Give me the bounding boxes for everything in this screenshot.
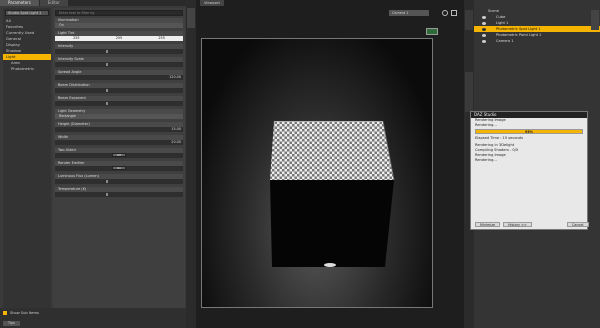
prop-intensity: Intensity xyxy=(55,44,183,54)
minimize-button[interactable]: Minimize xyxy=(475,222,501,227)
slider-knob[interactable] xyxy=(106,180,109,183)
render-status: Rendering... xyxy=(475,123,497,127)
filter-input[interactable]: Enter text to filter by xyxy=(55,10,183,16)
eye-icon[interactable] xyxy=(482,27,486,31)
toggle-button[interactable]: On xyxy=(112,166,126,170)
slider-knob[interactable] xyxy=(106,63,109,66)
viewport-tab[interactable]: Viewport xyxy=(200,0,224,6)
prop-light-tint: Light Tint 255 255 255 xyxy=(55,31,183,41)
prop-intensity-scale: Intensity Scale xyxy=(55,57,183,67)
scene-item-label: Camera 1 xyxy=(496,39,514,43)
slider-knob[interactable] xyxy=(106,193,109,196)
cube-top-face xyxy=(270,121,394,180)
show-sub-items-label: Show Sub Items xyxy=(10,311,39,315)
cube-front-face xyxy=(270,180,394,267)
camera-dropdown[interactable]: Camera 1 xyxy=(389,10,429,16)
prop-height: Height (Diameter) 15.00 xyxy=(55,122,183,132)
scene-item-camera[interactable]: Camera 1 xyxy=(474,38,600,44)
prop-two-sided: Two-Sided Off xyxy=(55,148,183,158)
eye-icon[interactable] xyxy=(482,39,486,43)
render-viewport[interactable] xyxy=(201,38,433,308)
elapsed-time: Elapsed Time : 15 seconds xyxy=(475,136,523,140)
tab-parameters[interactable]: Parameters xyxy=(0,0,39,6)
cancel-button[interactable]: Cancel xyxy=(567,222,589,227)
prop-width: Width 20.00 xyxy=(55,135,183,145)
slider-knob[interactable] xyxy=(106,89,109,92)
left-tab-bar: Parameters Editor xyxy=(0,0,186,6)
prop-temperature: Temperature (K) xyxy=(55,187,183,197)
pan-icon[interactable] xyxy=(451,10,457,16)
prop-luminous-flux: Luminous Flux (Lumen) xyxy=(55,174,183,184)
beam-distribution-slider[interactable] xyxy=(55,88,183,93)
toggle-button[interactable]: Off xyxy=(112,153,126,157)
right-side-tab-2[interactable] xyxy=(465,72,473,112)
tint-r: 255 xyxy=(73,36,80,40)
beam-exponent-slider[interactable] xyxy=(55,101,183,106)
tint-b: 255 xyxy=(158,36,165,40)
eye-icon[interactable] xyxy=(482,33,486,37)
left-side-tab[interactable] xyxy=(187,8,195,28)
prop-spread-angle: Spread Angle 120.00 xyxy=(55,70,183,80)
tips-tab[interactable]: Tips xyxy=(3,321,20,326)
rotate-icon[interactable] xyxy=(442,10,448,16)
width-slider[interactable]: 20.00 xyxy=(55,140,183,145)
height-slider[interactable]: 15.00 xyxy=(55,127,183,132)
scene-item-label: Scene xyxy=(488,9,499,13)
slider-knob[interactable] xyxy=(106,102,109,105)
history-button[interactable]: History >> xyxy=(503,222,532,227)
intensity-slider[interactable] xyxy=(55,49,183,54)
camera-cube-icon[interactable] xyxy=(426,28,438,35)
show-sub-items-checkbox[interactable] xyxy=(3,311,7,315)
render-progress-bar: 93% xyxy=(475,129,583,134)
right-side-tab-1[interactable] xyxy=(465,10,473,30)
intensity-scale-slider[interactable] xyxy=(55,62,183,67)
node-selector[interactable]: Studio Spot Light 1 xyxy=(5,10,49,16)
render-progress-dialog: DAZ Studio Rendering Image Rendering... … xyxy=(470,111,589,230)
render-emitter-toggle[interactable]: On xyxy=(55,166,183,171)
eye-icon[interactable] xyxy=(482,21,486,25)
light-source-spot xyxy=(324,263,336,267)
temperature-slider[interactable] xyxy=(55,192,183,197)
tint-g: 255 xyxy=(115,36,123,40)
scene-item-label: Cube xyxy=(496,15,506,19)
spread-angle-slider[interactable]: 120.00 xyxy=(55,75,183,80)
light-geometry-dropdown[interactable]: Rectangle xyxy=(55,114,183,119)
two-sided-toggle[interactable]: Off xyxy=(55,153,183,158)
tab-editor[interactable]: Editor xyxy=(39,0,68,6)
scene-item-label: Photometric Spot Light 1 xyxy=(496,27,541,31)
category-photometric[interactable]: Photometric xyxy=(3,66,51,72)
log-line: Rendering... xyxy=(475,158,497,162)
luminous-flux-slider[interactable] xyxy=(55,179,183,184)
prop-beam-exponent: Beam Exponent xyxy=(55,96,183,106)
scene-render xyxy=(270,120,395,267)
slider-knob[interactable] xyxy=(106,50,109,53)
scene-side-tab[interactable] xyxy=(591,10,599,30)
left-bottom-bar: Show Sub Items Tips xyxy=(0,308,186,328)
prop-illumination: Illumination On xyxy=(55,18,183,28)
scene-item-label: Photometric Point Light 1 xyxy=(496,33,542,37)
category-list: Studio Spot Light 1 All Favorites Curren… xyxy=(3,8,51,308)
prop-light-geometry: Light Geometry Rectangle xyxy=(55,109,183,119)
scene-item-label: Light 1 xyxy=(496,21,509,25)
property-list: Enter text to filter by Illumination On … xyxy=(53,8,185,308)
scene-toolbar xyxy=(474,0,600,8)
eye-icon[interactable] xyxy=(482,15,486,19)
prop-beam-distribution: Beam Distribution xyxy=(55,83,183,93)
illumination-dropdown[interactable]: On xyxy=(55,23,183,28)
prop-render-emitter: Render Emitter On xyxy=(55,161,183,171)
light-tint-color[interactable]: 255 255 255 xyxy=(55,36,183,41)
